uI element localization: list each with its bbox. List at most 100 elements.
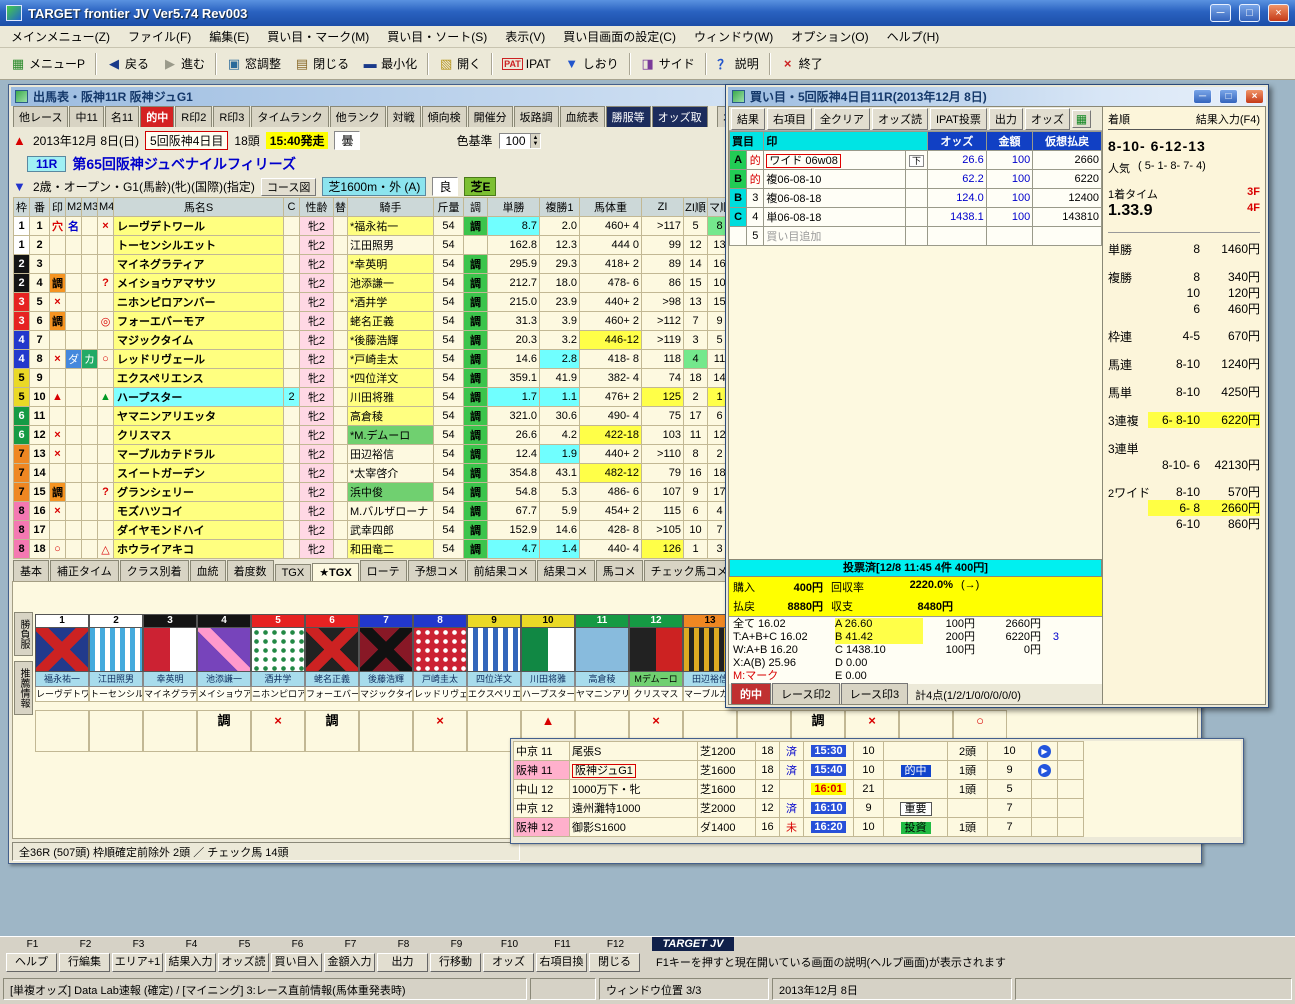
mark-cell[interactable]: 穴 xyxy=(49,216,66,236)
side-tab-勝負服[interactable]: 勝負服 xyxy=(14,612,33,656)
jockey-name[interactable]: 高倉稜 xyxy=(347,406,434,426)
mark-cell[interactable]: ダ xyxy=(65,349,82,369)
tab-開催分[interactable]: 開催分 xyxy=(467,106,513,127)
toolbar-close-window-button[interactable]: ▤ 閉じる xyxy=(288,51,356,76)
horse-name[interactable]: ニホンピロアンバー xyxy=(113,292,284,312)
menu-item[interactable]: オプション(O) xyxy=(782,26,877,47)
mark-cell[interactable] xyxy=(81,330,98,350)
horse-name[interactable]: レッドリヴェール xyxy=(113,349,284,369)
toolbar-ipat-button[interactable]: PAT IPAT xyxy=(496,52,557,75)
silk-horse-name[interactable]: ヤマニンアリ xyxy=(575,687,629,702)
jockey-name[interactable]: *後藤浩輝 xyxy=(347,330,434,350)
mark-cell[interactable]: × xyxy=(49,425,66,445)
bottom-tab-予想コメ[interactable]: 予想コメ xyxy=(407,560,466,581)
silk-number[interactable]: 5 xyxy=(251,614,305,628)
bet-window-titlebar[interactable]: 買い目・5回阪神4日目11R(2013年12月 8日) ─ □ × xyxy=(728,87,1266,106)
bet-amount[interactable]: 100 xyxy=(985,207,1034,227)
tab-対戦[interactable]: 対戦 xyxy=(386,106,421,127)
mark-row-cell[interactable] xyxy=(89,710,143,752)
horse-name[interactable]: マジックタイム xyxy=(113,330,284,350)
mark-cell[interactable] xyxy=(81,254,98,274)
mark-cell[interactable]: ▲ xyxy=(49,387,66,407)
bet-toolbar-オッズ読[interactable]: オッズ読 xyxy=(872,107,928,130)
mark-row-cell[interactable] xyxy=(359,710,413,752)
horse-name[interactable]: ヤマニンアリエッタ xyxy=(113,406,284,426)
race-list-row[interactable]: 中京 11 尾張S 芝1200 18 済 15:30 10 2頭 10 ▶ xyxy=(513,741,1241,761)
mark-cell[interactable] xyxy=(65,368,82,388)
mark-cell[interactable] xyxy=(97,501,114,521)
tab-中11[interactable]: 中11 xyxy=(69,106,104,127)
jockey-name[interactable]: 江田照男 xyxy=(347,235,434,255)
silk-horse-name[interactable]: マイネグラティ xyxy=(143,687,197,702)
mark-cell[interactable] xyxy=(81,311,98,331)
bet-amount[interactable] xyxy=(985,226,1034,246)
bet-row[interactable]: B 的複06-08-10 62.2 100 6220 xyxy=(729,169,1102,189)
silk-horse-name[interactable]: エクスペリエ xyxy=(467,687,521,702)
silk-jockey-name[interactable]: 江田照男 xyxy=(89,672,143,687)
bet-tab-的中[interactable]: 的中 xyxy=(731,683,771,704)
silk-jockey-name[interactable]: 川田将雅 xyxy=(521,672,575,687)
bet-amount[interactable]: 100 xyxy=(985,188,1034,208)
mark-cell[interactable] xyxy=(81,463,98,483)
horse-name[interactable]: トーセンシルエット xyxy=(113,235,284,255)
fkey-button-オッズ[interactable]: オッズ xyxy=(483,952,534,972)
horse-name[interactable]: モズハツコイ xyxy=(113,501,284,521)
silk-horse-name[interactable]: マジックタイ xyxy=(359,687,413,702)
mark-cell[interactable] xyxy=(65,539,82,559)
fkey-button-買い目入[interactable]: 買い目入 xyxy=(271,952,322,972)
bottom-tab-着度数[interactable]: 着度数 xyxy=(226,560,274,581)
bet-kaime[interactable]: 単06-08-18 xyxy=(763,207,906,227)
mark-cell[interactable] xyxy=(97,463,114,483)
mark-cell[interactable] xyxy=(65,387,82,407)
mark-cell[interactable] xyxy=(81,216,98,236)
menu-item[interactable]: ファイル(F) xyxy=(119,26,200,47)
horse-name[interactable]: マイネグラティア xyxy=(113,254,284,274)
menu-item[interactable]: 買い目・マーク(M) xyxy=(258,26,378,47)
mark-cell[interactable] xyxy=(97,520,114,540)
mark-cell[interactable]: × xyxy=(97,216,114,236)
toolbar-menu-button[interactable]: ▦ メニューP xyxy=(4,51,92,76)
toolbar-back-button[interactable]: ◀ 戻る xyxy=(100,51,156,76)
silk-number[interactable]: 2 xyxy=(89,614,143,628)
spinner-arrows-icon[interactable]: ▲ ▼ xyxy=(529,133,541,148)
bet-row[interactable]: B 3 複06-08-18 124.0 100 12400 xyxy=(729,188,1102,208)
tab-R印2[interactable]: R印2 xyxy=(175,106,213,127)
mark-cell[interactable] xyxy=(49,330,66,350)
mark-cell[interactable] xyxy=(81,425,98,445)
mark-row-cell[interactable]: 調 xyxy=(305,710,359,752)
silk-horse-name[interactable]: メイショウア xyxy=(197,687,251,702)
mark-cell[interactable] xyxy=(49,254,66,274)
tab-オッズ取[interactable]: オッズ取 xyxy=(651,106,708,127)
mark-cell[interactable]: ◎ xyxy=(97,311,114,331)
horse-name[interactable]: クリスマス xyxy=(113,425,284,445)
toolbar-forward-button[interactable]: ▶ 進む xyxy=(156,51,212,76)
silk-horse-name[interactable]: レッドリヴェ xyxy=(413,687,467,702)
race-name-cell[interactable]: 1000万下・牝 xyxy=(569,779,698,799)
race-name-cell[interactable]: 尾張S xyxy=(569,741,698,761)
mark-cell[interactable] xyxy=(65,482,82,502)
bottom-tab-クラス別着[interactable]: クラス別着 xyxy=(119,560,189,581)
toolbar-bookmark-button[interactable]: ▼ しおり xyxy=(557,51,625,76)
silk-number[interactable]: 10 xyxy=(521,614,575,628)
training-flag[interactable]: 調 xyxy=(463,254,488,274)
tab-的中[interactable]: 的中 xyxy=(140,106,175,127)
bet-tab-レース印3[interactable]: レース印3 xyxy=(840,683,909,704)
bet-toolbar-オッズ[interactable]: オッズ xyxy=(1024,107,1070,130)
mark-row-cell[interactable] xyxy=(35,710,89,752)
bottom-tab-馬コメ[interactable]: 馬コメ xyxy=(595,560,643,581)
mark-row-cell[interactable] xyxy=(143,710,197,752)
silk-jockey-name[interactable]: 池添謙一 xyxy=(197,672,251,687)
mark-cell[interactable] xyxy=(97,368,114,388)
mark-cell[interactable]: ▲ xyxy=(97,387,114,407)
toolbar-minimize-button[interactable]: ▬ 最小化 xyxy=(356,51,424,76)
race-list-row[interactable]: 中京 12 遠州灘特1000 芝2000 12 済 16:10 9 重要 7 xyxy=(513,798,1241,818)
mark-cell[interactable]: × xyxy=(49,444,66,464)
toolbar-help-button[interactable]: ？説明 xyxy=(709,50,765,77)
mark-cell[interactable] xyxy=(81,482,98,502)
fkey-button-結果入力[interactable]: 結果入力 xyxy=(165,952,216,972)
bet-minimize-button[interactable]: ─ xyxy=(1193,89,1212,104)
mark-cell[interactable] xyxy=(97,292,114,312)
mark-cell[interactable] xyxy=(65,463,82,483)
mark-cell[interactable] xyxy=(81,501,98,521)
menu-item[interactable]: 表示(V) xyxy=(496,26,554,47)
